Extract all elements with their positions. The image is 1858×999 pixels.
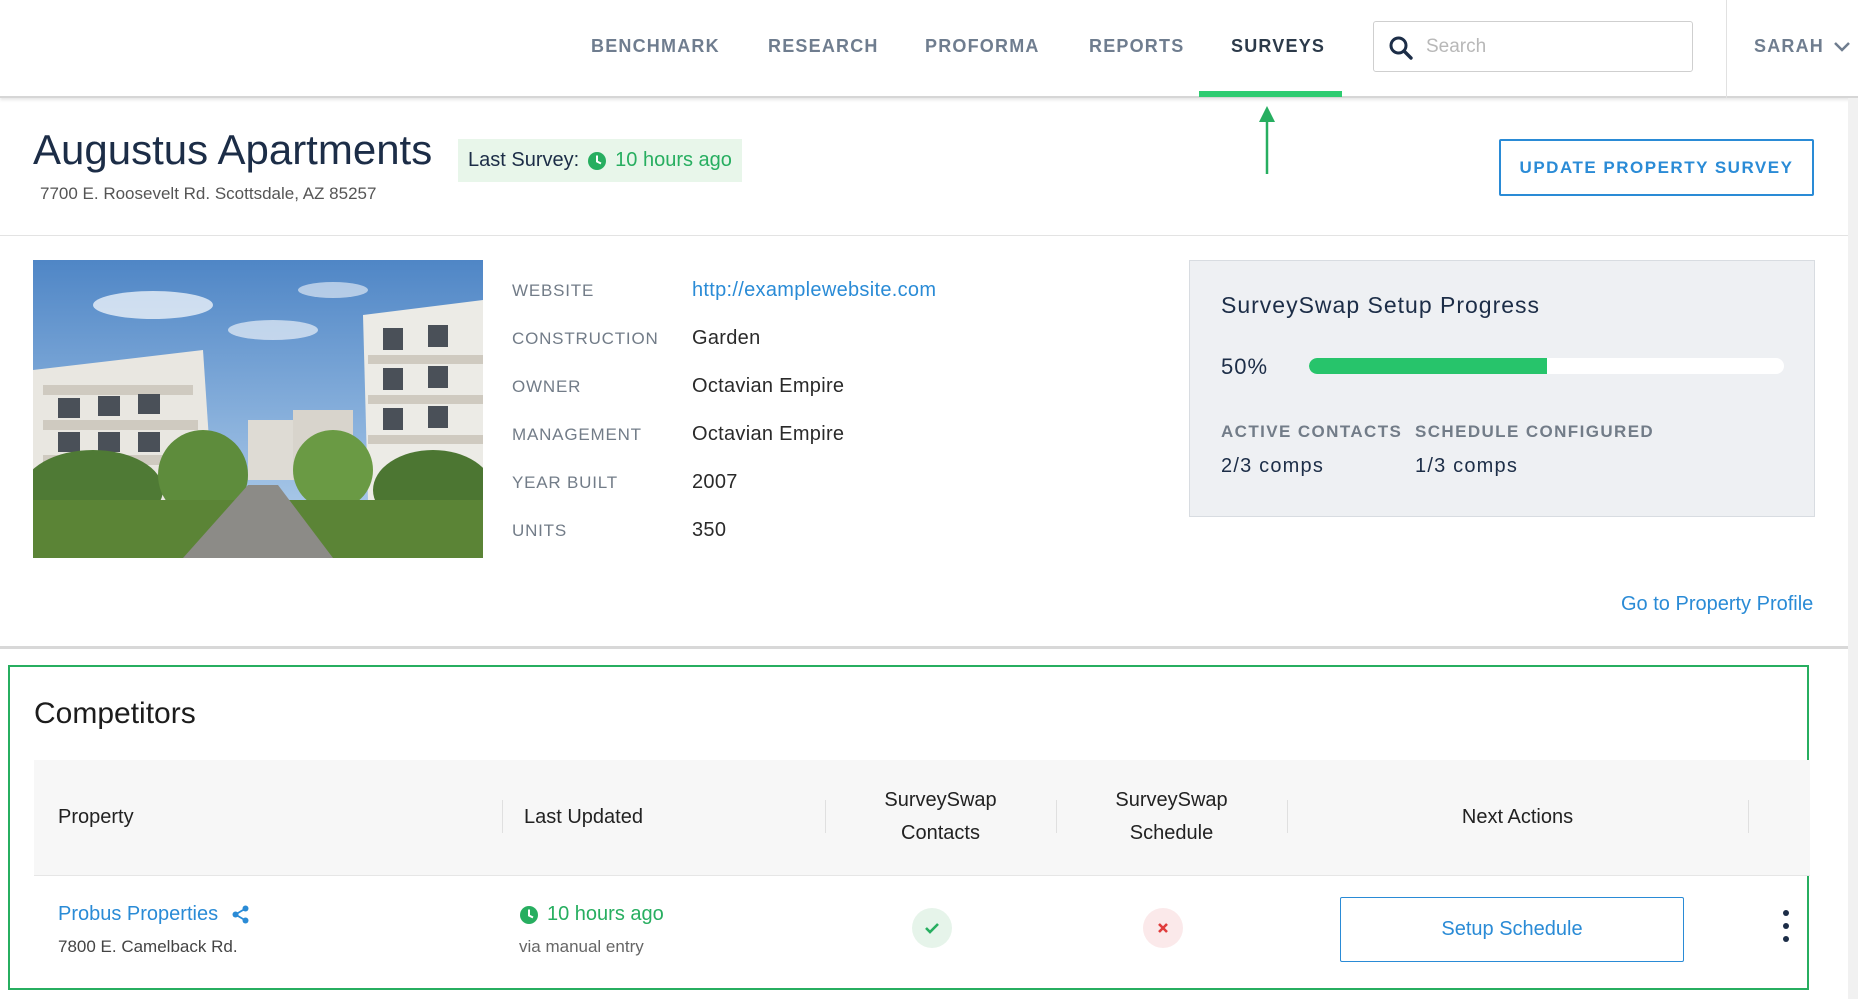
detail-label-construction: CONSTRUCTION	[512, 329, 659, 348]
website-link[interactable]: http://examplewebsite.com	[692, 279, 936, 302]
active-tab-indicator	[1199, 91, 1342, 97]
clock-icon	[520, 905, 538, 924]
col-header-schedule-line2: Schedule	[1129, 822, 1214, 844]
nav-reports[interactable]: REPORTS	[1089, 36, 1184, 57]
active-contacts-value: 2/3 comps	[1221, 455, 1325, 477]
detail-label-year-built: YEAR BUILT	[512, 473, 618, 492]
last-survey-label: Last Survey:	[468, 149, 580, 171]
chevron-down-icon	[1834, 41, 1850, 52]
col-header-contacts-line1: SurveySwap	[884, 789, 997, 811]
more-options-icon[interactable]	[1780, 910, 1792, 942]
detail-value-units: 350	[692, 519, 727, 541]
search-icon	[1389, 36, 1413, 60]
schedule-configured-label: SCHEDULE CONFIGURED	[1415, 422, 1655, 441]
clock-icon	[588, 151, 607, 170]
user-menu[interactable]: SARAH	[1754, 36, 1850, 57]
share-icon[interactable]	[232, 905, 249, 924]
col-header-contacts-line2: Contacts	[901, 822, 980, 844]
detail-label-management: MANAGEMENT	[512, 425, 642, 444]
divider	[0, 235, 1850, 236]
nav-surveys[interactable]: SURVEYS	[1231, 36, 1325, 57]
update-property-survey-button[interactable]: UPDATE PROPERTY SURVEY	[1499, 139, 1814, 196]
col-separator	[502, 800, 503, 833]
divider	[0, 646, 1850, 649]
col-header-property: Property	[58, 806, 134, 828]
col-separator	[1748, 800, 1749, 833]
col-header-schedule: SurveySwap Schedule	[1056, 784, 1287, 850]
search-box	[1373, 21, 1693, 72]
setup-progress-title: SurveySwap Setup Progress	[1221, 292, 1541, 318]
col-header-next-actions: Next Actions	[1461, 806, 1574, 828]
property-address: 7700 E. Roosevelt Rd. Scottsdale, AZ 852…	[40, 184, 377, 203]
close-icon	[1158, 923, 1168, 933]
contacts-status-check	[912, 908, 952, 948]
active-contacts-label: ACTIVE CONTACTS	[1221, 422, 1403, 441]
scrollbar[interactable]	[1848, 98, 1858, 999]
setup-progress-percent: 50%	[1221, 354, 1269, 379]
detail-value-management: Octavian Empire	[692, 423, 845, 445]
nav-research[interactable]: RESEARCH	[768, 36, 879, 57]
setup-schedule-button[interactable]: Setup Schedule	[1340, 897, 1684, 962]
competitor-update-source: via manual entry	[519, 937, 644, 956]
detail-value-owner: Octavian Empire	[692, 375, 845, 397]
schedule-status-error	[1143, 908, 1183, 948]
detail-label-website: WEBSITE	[512, 281, 595, 300]
detail-label-owner: OWNER	[512, 377, 582, 396]
nav-divider	[1726, 0, 1727, 98]
col-header-last-updated: Last Updated	[524, 806, 643, 828]
top-nav: BENCHMARK RESEARCH PROFORMA REPORTS SURV…	[0, 0, 1858, 98]
setup-progress-card: SurveySwap Setup Progress 50% ACTIVE CON…	[1189, 260, 1815, 517]
detail-label-units: UNITS	[512, 521, 567, 540]
go-to-property-profile-link[interactable]: Go to Property Profile	[1621, 593, 1813, 616]
detail-value-year-built: 2007	[692, 471, 738, 493]
competitor-last-updated: 10 hours ago	[519, 903, 664, 926]
competitors-section: Competitors Property Last Updated Survey…	[8, 665, 1810, 990]
competitor-name: Probus Properties	[58, 903, 219, 925]
col-header-contacts: SurveySwap Contacts	[825, 784, 1056, 850]
table-header: Property Last Updated SurveySwap Contact…	[34, 760, 1810, 875]
competitor-property-link[interactable]: Probus Properties	[58, 903, 249, 926]
nav-proforma[interactable]: PROFORMA	[925, 36, 1040, 57]
nav-benchmark[interactable]: BENCHMARK	[591, 36, 720, 57]
competitor-address: 7800 E. Camelback Rd.	[58, 937, 238, 956]
competitor-updated-time: 10 hours ago	[547, 903, 664, 925]
progress-bar	[1309, 358, 1784, 374]
check-icon	[925, 923, 939, 934]
detail-value-construction: Garden	[692, 327, 761, 349]
page-title: Augustus Apartments	[33, 126, 433, 173]
last-survey-badge: Last Survey: 10 hours ago	[458, 139, 742, 182]
schedule-configured-value: 1/3 comps	[1415, 455, 1519, 477]
last-survey-time: 10 hours ago	[615, 149, 732, 171]
arrow-up-icon	[1259, 106, 1275, 174]
row-divider	[34, 875, 1810, 876]
property-photo	[33, 260, 483, 558]
competitors-title: Competitors	[34, 697, 196, 730]
progress-bar-fill	[1309, 358, 1547, 374]
col-header-schedule-line1: SurveySwap	[1115, 789, 1228, 811]
user-name: SARAH	[1754, 36, 1825, 56]
search-input[interactable]	[1426, 32, 1676, 62]
